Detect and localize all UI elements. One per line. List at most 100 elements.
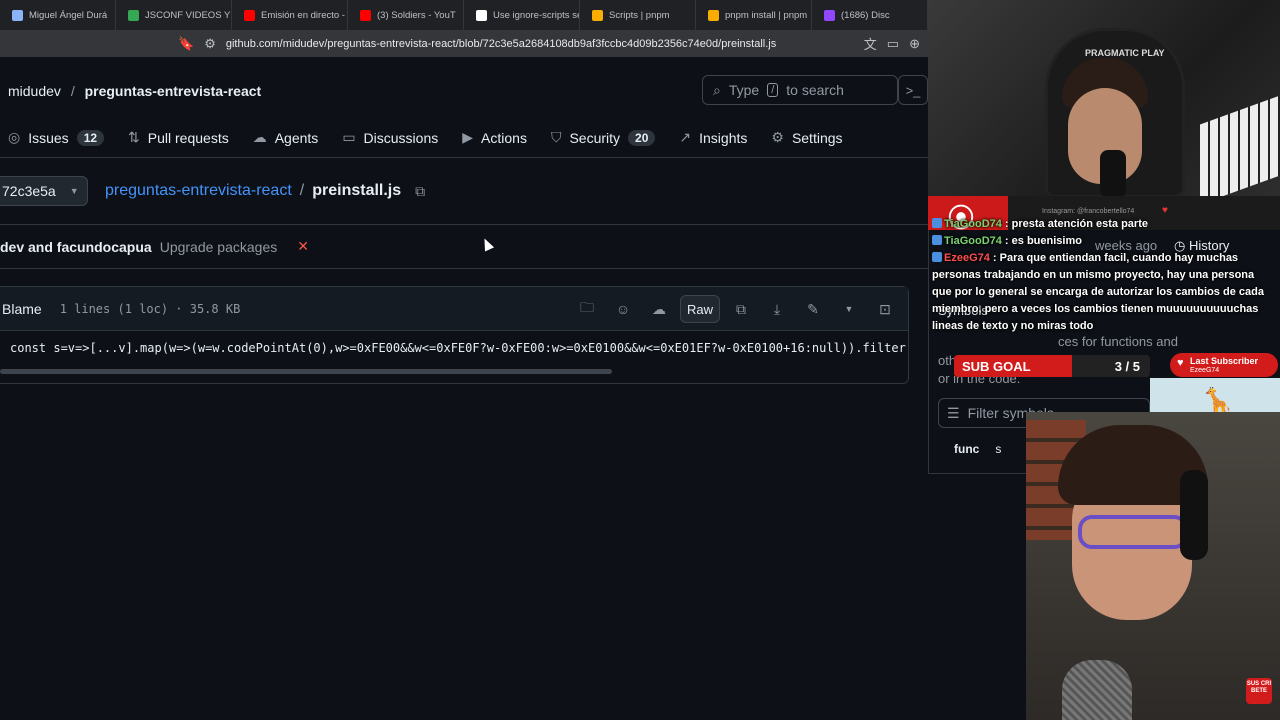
symbol-item[interactable]: func s [954, 442, 1001, 456]
browser-tab-label: Scripts | pnpm [609, 9, 670, 21]
bookmark-icon[interactable]: 🔖 [178, 36, 194, 52]
cast-icon[interactable]: ▭ [887, 36, 899, 52]
nav-label: Issues [28, 129, 69, 146]
tab-agents[interactable]: ☁ Agents [241, 129, 331, 146]
last-subscriber-name: EzeeG74 [1190, 367, 1220, 374]
microphone-icon [1062, 660, 1132, 720]
chat-text: : es buenisimo [1001, 235, 1082, 247]
tab-settings[interactable]: ⚙ Settings [759, 129, 854, 146]
nav-icon: ⇅ [128, 129, 140, 145]
browser-tab-label: (1686) Disc [841, 9, 890, 21]
chat-text: : Para que entiendan facil, cuando hay m… [932, 252, 1264, 332]
browser-tab[interactable]: Miguel Ángel Durá [0, 0, 116, 30]
chat-message: TiaGooD74 : es buenisimo [932, 233, 1276, 250]
branch-selector[interactable]: 72c3e5a ▼ [0, 176, 88, 206]
edit-dropdown-icon[interactable]: ▼ [834, 295, 864, 323]
last-subscriber-badge: ♥ Last Subscriber EzeeG74 [1170, 353, 1278, 377]
copilot-icon[interactable]: ☺ [608, 295, 638, 323]
code-viewer: Blame 1 lines (1 loc) · 35.8 KB 🗀 ☺ ☁ Ra… [0, 286, 909, 384]
tab-pull-requests[interactable]: ⇅ Pull requests [116, 129, 241, 146]
search-shortcut-key: / [767, 83, 779, 97]
nav-icon: ☁ [252, 129, 267, 145]
branch-name: 72c3e5a [2, 183, 56, 199]
sub-goal-bar: SUB GOAL 3 / 5 [954, 355, 1150, 377]
nav-icon: ⚙ [771, 129, 784, 145]
blame-tab[interactable]: Blame [2, 301, 42, 317]
stream-chat: TiaGooD74 : presta atención esta parte Ti… [928, 218, 1280, 335]
tab-issues[interactable]: ◎ Issues 12 [0, 129, 116, 146]
tab-actions[interactable]: ▶ Actions [450, 129, 539, 146]
tab-favicon-icon [244, 9, 255, 21]
search-input[interactable]: ⌕ Type / to search [702, 75, 898, 105]
symbols-panel-icon[interactable]: ⊡ [870, 295, 900, 323]
site-settings-icon[interactable]: ⚙ [204, 36, 216, 52]
command-palette-button[interactable]: >_ [898, 75, 928, 105]
code-line[interactable]: const s=v=>[...v].map(w=>(w=w.codePointA… [10, 341, 908, 355]
browser-tab[interactable]: pnpm install | pnpm [696, 0, 812, 30]
repo-nav-tabs: ◎ Issues 12 ⇅ Pull requests ☁ Agents ▭ Discussio… [0, 118, 928, 158]
breadcrumb-repo-link[interactable]: preguntas-entrevista-react [105, 182, 292, 200]
terminal-icon: >_ [905, 82, 921, 98]
tab-favicon-icon [360, 9, 371, 21]
chat-text: : presta atención esta parte [1001, 218, 1148, 230]
breadcrumb-filename: preinstall.js [312, 182, 402, 199]
tab-favicon-icon [12, 9, 23, 21]
nav-icon: ◎ [8, 129, 21, 145]
chat-badge-icon [932, 252, 942, 262]
tab-favicon-icon [476, 9, 487, 21]
symbols-desc-1: ces for functions and [1058, 334, 1178, 349]
commit-authors[interactable]: dev and facundocapua [0, 239, 152, 255]
browser-tab[interactable]: (1686) Disc [812, 0, 928, 30]
codespaces-icon[interactable]: ☁ [644, 295, 674, 323]
heart-icon: ♥ [1162, 205, 1168, 216]
tab-discussions[interactable]: ▭ Discussions [330, 129, 450, 146]
zoom-icon[interactable]: ⊕ [909, 36, 920, 52]
horizontal-scrollbar[interactable] [0, 369, 612, 374]
nav-label: Agents [274, 129, 319, 146]
tab-favicon-icon [824, 9, 835, 21]
open-folder-icon[interactable]: 🗀 [572, 295, 602, 323]
commit-message[interactable]: Upgrade packages [160, 239, 278, 255]
download-icon[interactable]: ⤓ [762, 295, 792, 323]
repo-owner-link[interactable]: midudev [8, 83, 61, 99]
search-icon: ⌕ [713, 81, 721, 98]
sub-goal-count: 3 / 5 [1114, 358, 1140, 374]
chat-badge-icon [932, 235, 942, 245]
heart-icon: ♥ [1177, 357, 1184, 369]
browser-tab-label: Miguel Ángel Durá [29, 9, 108, 21]
tab-insights[interactable]: ↗ Insights [667, 129, 759, 146]
chat-message: EzeeG74 : Para que entiendan facil, cuan… [932, 250, 1276, 335]
browser-tab[interactable]: JSCONF VIDEOS Y TA [116, 0, 232, 30]
browser-tab-bar: Miguel Ángel Durá JSCONF VIDEOS Y TA Emisi… [0, 0, 928, 30]
browser-tab[interactable]: Emisión en directo - Y [232, 0, 348, 30]
latest-commit-bar: dev and facundocapua Upgrade packages ✕ [0, 224, 928, 269]
breadcrumb-separator: / [299, 182, 305, 199]
browser-tab[interactable]: Use ignore-scripts se [464, 0, 580, 30]
copy-path-icon[interactable]: ⧉ [415, 183, 425, 200]
symbol-name: s [995, 442, 1002, 456]
nav-icon: ▶ [462, 129, 474, 145]
browser-tab-label: (3) Soldiers - YouT [377, 9, 456, 21]
browser-tab-label: pnpm install | pnpm [725, 9, 808, 21]
symbol-kind: func [954, 442, 980, 456]
breadcrumb: preguntas-entrevista-react / preinstall.… [105, 182, 425, 200]
browser-tab[interactable]: Scripts | pnpm [580, 0, 696, 30]
instagram-handle: Instagram: @francobertello74 [1042, 208, 1135, 215]
nav-label: Actions [481, 129, 527, 146]
chat-username: TiaGooD74 [944, 235, 1002, 247]
raw-button[interactable]: Raw [679, 295, 720, 323]
check-failed-icon[interactable]: ✕ [297, 238, 309, 255]
browser-tab-label: JSCONF VIDEOS Y TA [145, 9, 231, 21]
nav-label: Security [569, 129, 621, 146]
tab-security[interactable]: ⛉ Security 20 [539, 129, 667, 146]
browser-tab[interactable]: (3) Soldiers - YouT [348, 0, 464, 30]
nav-icon: ▭ [342, 129, 356, 145]
chat-message: TiaGooD74 : presta atención esta parte [932, 216, 1276, 233]
nav-label: Insights [699, 129, 748, 146]
edit-pencil-icon[interactable]: ✎ [798, 295, 828, 323]
glasses [1078, 515, 1188, 549]
repo-name-link[interactable]: preguntas-entrevista-react [85, 83, 262, 99]
copy-raw-icon[interactable]: ⧉ [726, 295, 756, 323]
url-text[interactable]: github.com/midudev/preguntas-entrevista-… [226, 38, 776, 50]
translate-icon[interactable]: 文 [864, 34, 877, 53]
